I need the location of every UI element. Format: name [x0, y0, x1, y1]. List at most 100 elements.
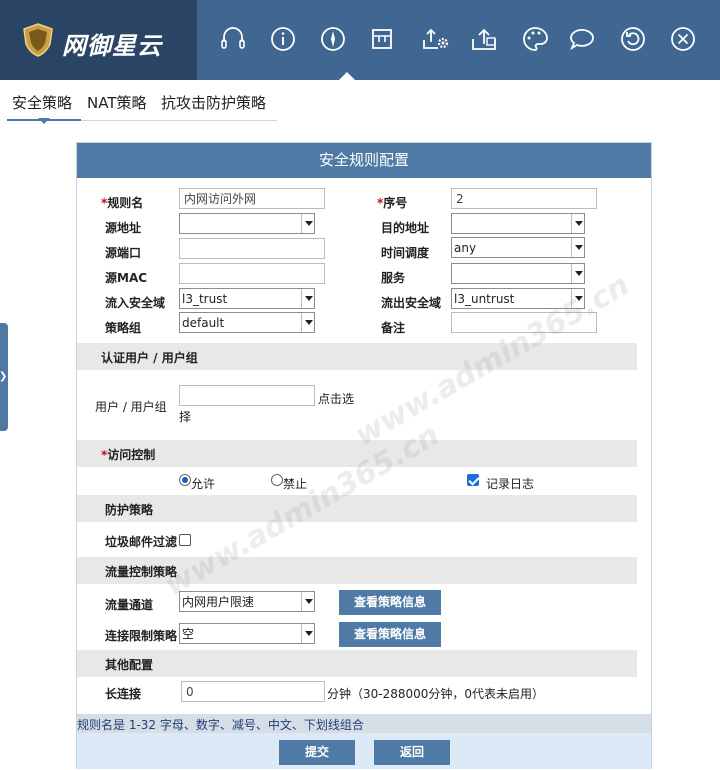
chat-icon[interactable] — [565, 22, 599, 56]
submit-button[interactable]: 提交 — [279, 740, 355, 765]
compass-icon[interactable] — [316, 22, 350, 56]
upload-gear-icon[interactable] — [418, 22, 452, 56]
flow-channel-value: 内网用户限速 — [182, 595, 255, 609]
brand-name: 网御星云 — [62, 32, 162, 60]
rule-name-label: *规则名 — [101, 194, 143, 211]
upload-icon[interactable] — [467, 22, 501, 56]
schedule-select[interactable]: any — [451, 237, 585, 258]
footer-button-bar: 提交 返回 — [77, 733, 651, 769]
shield-logo-icon — [23, 23, 53, 57]
dropdown-arrow-icon — [301, 214, 314, 233]
dst-addr-select[interactable] — [451, 213, 585, 234]
auth-user-label: 用户 / 用户组 — [95, 400, 167, 414]
seq-label: *序号 — [377, 194, 407, 211]
other-section-title: 其他配置 — [105, 658, 154, 672]
allow-radio[interactable] — [179, 474, 191, 486]
log-label: 记录日志 — [486, 477, 535, 491]
tab-pointer — [38, 118, 50, 124]
back-button[interactable]: 返回 — [374, 740, 450, 765]
dropdown-arrow-icon — [571, 289, 584, 308]
src-addr-label: 源地址 — [105, 221, 142, 235]
policy-group-value: default — [182, 316, 225, 330]
flow-channel-select[interactable]: 内网用户限速 — [179, 591, 315, 612]
active-tool-indicator — [287, 72, 407, 80]
policy-group-select[interactable]: default — [179, 312, 315, 333]
allow-label: 允许 — [191, 477, 216, 491]
dropdown-arrow-icon — [301, 289, 314, 308]
protect-section-title: 防护策略 — [105, 503, 154, 517]
security-rule-panel: 安全规则配置 *规则名 内网访问外网 *序号 2 源地址 目的地址 源端口 时间… — [76, 142, 652, 769]
in-zone-select[interactable]: l3_trust — [179, 288, 315, 309]
conn-limit-select[interactable]: 空 — [179, 623, 315, 644]
spam-filter-checkbox[interactable] — [179, 534, 191, 546]
select-user-link[interactable]: 点击选 — [318, 390, 354, 407]
auth-section-title: 认证用户 / 用户组 — [101, 351, 198, 365]
select-user-link-cont[interactable]: 择 — [179, 408, 191, 425]
policy-group-label: 策略组 — [105, 321, 142, 335]
out-zone-label: 流出安全域 — [381, 296, 442, 310]
info-icon[interactable] — [266, 22, 300, 56]
dropdown-arrow-icon — [571, 238, 584, 257]
palette-icon[interactable] — [518, 22, 552, 56]
auth-section-header: 认证用户 / 用户组 — [77, 343, 637, 370]
conn-limit-label: 连接限制策略 — [105, 629, 178, 643]
deny-label: 禁止 — [283, 477, 308, 491]
service-label: 服务 — [381, 271, 406, 285]
protect-section-header: 防护策略 — [77, 495, 637, 522]
dropdown-arrow-icon — [301, 624, 314, 643]
other-section-header: 其他配置 — [77, 650, 637, 677]
remark-label: 备注 — [381, 321, 406, 335]
headset-icon[interactable] — [216, 22, 250, 56]
conn-limit-value: 空 — [182, 627, 195, 641]
keepalive-input[interactable]: 0 — [181, 681, 325, 702]
src-port-input[interactable] — [179, 238, 325, 259]
dst-addr-label: 目的地址 — [381, 221, 430, 235]
tab-security-policy[interactable]: 安全策略 — [12, 92, 72, 113]
deny-radio[interactable] — [271, 474, 283, 486]
panel-title: 安全规则配置 — [77, 143, 651, 178]
flow-section-title: 流量控制策略 — [105, 565, 178, 579]
dropdown-arrow-icon — [571, 214, 584, 233]
out-zone-value: l3_untrust — [454, 292, 515, 306]
footer-note-bar: 规则名是 1-32 字母、数字、减号、中文、下划线组合 — [77, 714, 651, 733]
tab-divider — [81, 120, 277, 121]
flow-channel-label: 流量通道 — [105, 598, 154, 612]
dock-icon[interactable] — [365, 22, 399, 56]
remark-input[interactable] — [451, 312, 597, 333]
dropdown-arrow-icon — [571, 264, 584, 283]
dropdown-arrow-icon — [301, 313, 314, 332]
rule-name-input[interactable]: 内网访问外网 — [179, 188, 325, 209]
seq-input[interactable]: 2 — [451, 188, 597, 209]
seq-label-text: 序号 — [383, 196, 408, 210]
src-addr-select[interactable] — [179, 213, 315, 234]
out-zone-select[interactable]: l3_untrust — [451, 288, 585, 309]
rule-name-hint: 规则名是 1-32 字母、数字、减号、中文、下划线组合 — [77, 718, 364, 732]
access-section-title-text: 访问控制 — [107, 448, 156, 462]
access-section-title: *访问控制 — [101, 446, 155, 463]
src-port-label: 源端口 — [105, 246, 142, 260]
side-collapse-handle[interactable]: ❯ — [0, 323, 8, 431]
close-icon[interactable] — [666, 22, 700, 56]
rule-name-label-text: 规则名 — [107, 196, 144, 210]
in-zone-value: l3_trust — [182, 292, 228, 306]
tab-nat-policy[interactable]: NAT策略 — [87, 92, 146, 113]
log-checkbox[interactable] — [467, 474, 479, 486]
logo: 网御星云 — [0, 0, 197, 80]
top-toolbar: 网御星云 — [0, 0, 720, 80]
auth-user-input[interactable] — [179, 385, 315, 406]
service-select[interactable] — [451, 263, 585, 284]
chevron-right-icon: ❯ — [0, 371, 7, 382]
schedule-value: any — [454, 241, 477, 255]
view-channel-policy-button[interactable]: 查看策略信息 — [339, 590, 441, 615]
src-mac-input[interactable] — [179, 263, 325, 284]
flow-section-header: 流量控制策略 — [77, 557, 637, 584]
keepalive-label: 长连接 — [105, 687, 142, 701]
refresh-icon[interactable] — [616, 22, 650, 56]
view-limit-policy-button[interactable]: 查看策略信息 — [339, 622, 441, 647]
dropdown-arrow-icon — [301, 592, 314, 611]
spam-filter-label: 垃圾邮件过滤 — [105, 535, 178, 549]
schedule-label: 时间调度 — [381, 246, 430, 260]
access-section-header: *访问控制 — [77, 440, 637, 467]
keepalive-hint: 分钟（30-288000分钟，0代表未启用） — [327, 687, 545, 701]
tab-attack-protection[interactable]: 抗攻击防护策略 — [161, 92, 266, 113]
